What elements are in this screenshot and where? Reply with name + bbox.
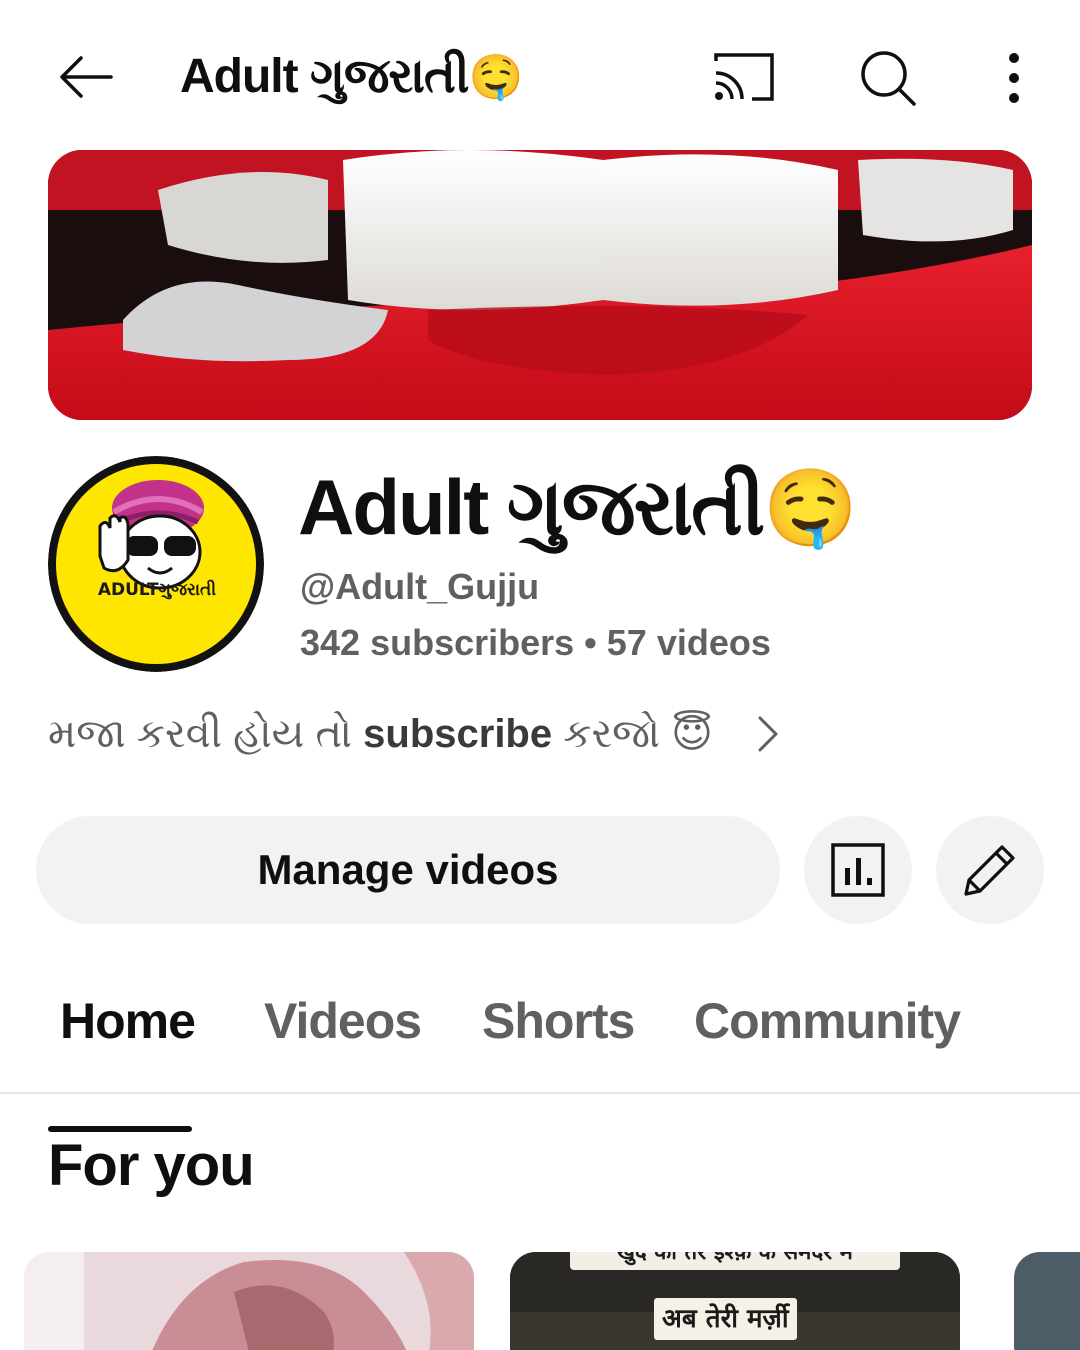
back-arrow-icon [60,56,113,98]
description-prefix: મજા કરવી હોય તો [48,712,364,756]
description-expand-button[interactable] [748,712,788,756]
stats-separator: • [584,622,597,663]
channel-page: Adult ગુજરાતી🤤 ADULTગુજરાતી Adult ગુજરાત… [0,0,1080,1350]
search-button[interactable] [852,42,924,114]
channel-banner [48,150,1032,420]
tabs-divider [0,1092,1080,1094]
channel-tabs: Home Videos Shorts Community [0,960,1080,1094]
tab-shorts[interactable]: Shorts [482,982,635,1060]
video-count: 57 videos [606,622,771,663]
channel-description[interactable]: મજા કરવી હોય તો subscribe કરજો 😇 [48,702,808,766]
search-icon [861,51,916,106]
tab-home[interactable]: Home [60,982,196,1060]
manage-videos-button[interactable]: Manage videos [36,816,780,924]
section-title: For you [48,1133,255,1198]
back-button[interactable] [52,44,118,110]
subscriber-count: 342 subscribers [300,622,575,663]
avatar-image [48,456,264,672]
more-options-button[interactable] [988,42,1040,114]
chevron-right-icon [758,716,778,752]
video-card[interactable] [24,1252,474,1350]
channel-stats: 342 subscribers • 57 videos [300,618,771,668]
channel-name: Adult ગુજરાતી🤤 [298,452,858,562]
cast-button[interactable] [708,44,780,110]
pencil-icon [964,845,1015,896]
analytics-icon [831,843,885,897]
video-card[interactable] [1014,1252,1080,1350]
drooling-face-emoji: 🤤 [763,466,858,551]
top-app-bar: Adult ગુજરાતી🤤 [0,0,1080,150]
drooling-face-emoji: 🤤 [468,53,524,102]
edit-channel-button[interactable] [936,816,1044,924]
description-bold: subscribe [363,712,553,756]
app-bar-title: Adult ગુજરાતી🤤 [180,44,524,110]
channel-avatar[interactable]: ADULTગુજરાતી [48,456,264,672]
thumbnail-caption: अब तेरी मर्ज़ी [654,1298,797,1340]
more-vertical-icon [1009,53,1019,103]
tab-videos[interactable]: Videos [264,982,422,1060]
analytics-button[interactable] [804,816,912,924]
avatar-logo-text: ADULTગુજરાતી [97,580,217,600]
thumbnail-caption-top: खुद को तेरे इश्क़ के समंदर में [570,1252,900,1270]
channel-name-text: Adult ગુજરાતી [298,463,765,551]
cast-icon [714,53,774,101]
halo-face-emoji: 😇 [671,712,713,756]
tab-community[interactable]: Community [694,982,961,1060]
app-bar-title-text: Adult ગુજરાતી [180,50,470,103]
video-card[interactable]: खुद को तेरे इश्क़ के समंदर में अब तेरी म… [510,1252,960,1350]
description-suffix: કરજો [552,712,672,756]
video-thumbnail [24,1252,474,1350]
channel-handle: @Adult_Gujju [300,566,540,607]
banner-image [48,150,1032,420]
